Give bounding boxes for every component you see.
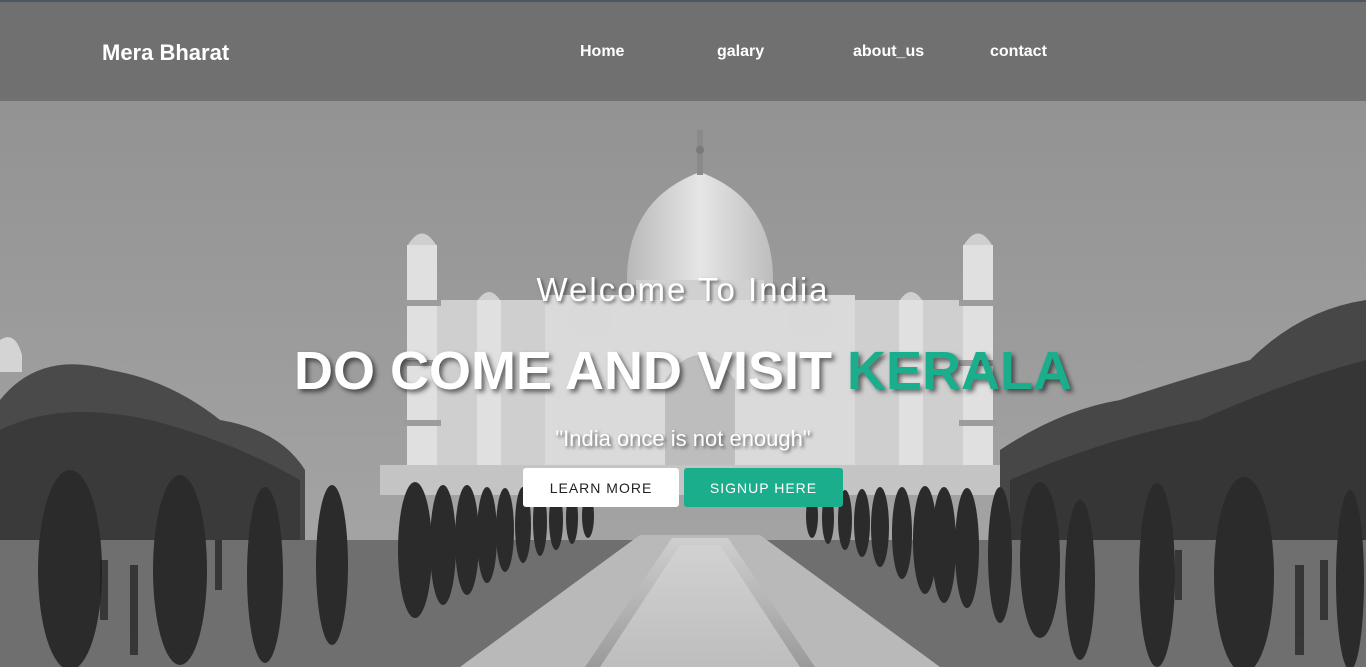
learn-more-button[interactable]: LEARN MORE: [523, 468, 679, 507]
headline-prefix: DO COME AND VISIT: [293, 341, 848, 401]
nav-link-contact[interactable]: contact: [990, 43, 1047, 61]
window-top-border: [0, 0, 1366, 2]
hero-headline: DO COME AND VISIT KERALA: [0, 340, 1366, 402]
nav-link-about-us[interactable]: about_us: [853, 43, 924, 61]
welcome-heading: Welcome To India: [536, 271, 830, 308]
signup-button[interactable]: SIGNUP HERE: [684, 468, 843, 507]
hero-tagline: "India once is not enough": [555, 426, 811, 451]
top-navbar: Mera Bharat Home galary about_us contact: [0, 2, 1366, 101]
headline-accent: KERALA: [847, 341, 1073, 401]
brand-logo[interactable]: Mera Bharat: [102, 40, 229, 66]
nav-link-home[interactable]: Home: [580, 43, 624, 61]
nav-link-galary[interactable]: galary: [717, 43, 764, 61]
